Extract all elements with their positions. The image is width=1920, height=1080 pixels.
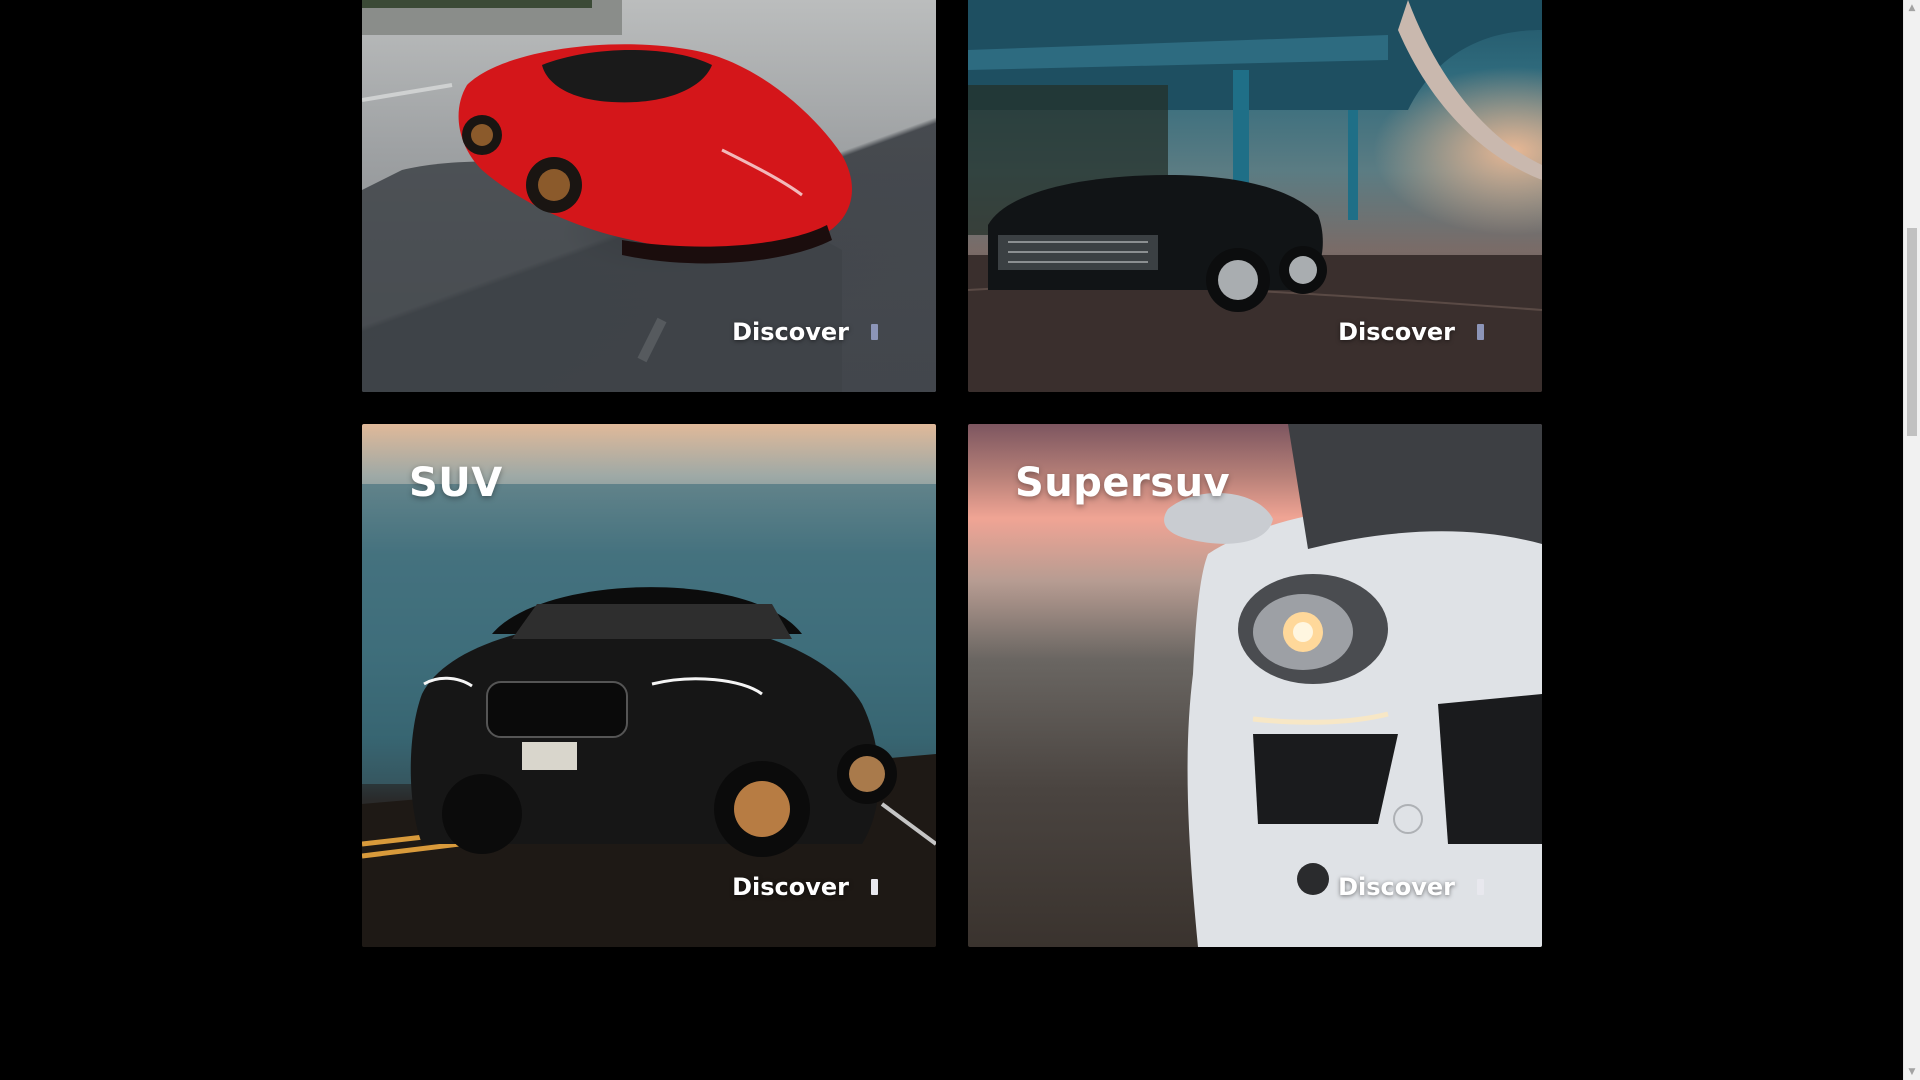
discover-link[interactable]: Discover	[732, 873, 878, 901]
card-title: SUV	[409, 460, 503, 506]
category-card-sports[interactable]: Discover	[362, 0, 936, 392]
arrow-bar-icon	[1477, 879, 1484, 895]
category-card-convertible[interactable]: Discover	[968, 0, 1542, 392]
scroll-up-arrow-icon[interactable]: ▲	[1904, 0, 1920, 16]
discover-label: Discover	[732, 873, 849, 901]
discover-label: Discover	[732, 318, 849, 346]
discover-link[interactable]: Discover	[732, 318, 878, 346]
page-viewport: Discover Discover SUV Discover Supersuv …	[0, 0, 1904, 1080]
scroll-down-arrow-icon[interactable]: ▼	[1904, 1064, 1920, 1080]
arrow-bar-icon	[1477, 324, 1484, 340]
category-card-suv[interactable]: SUV Discover	[362, 424, 936, 947]
discover-link[interactable]: Discover	[1338, 318, 1484, 346]
discover-link[interactable]: Discover	[1338, 873, 1484, 901]
scrollbar-thumb[interactable]	[1907, 228, 1917, 436]
arrow-bar-icon	[871, 324, 878, 340]
card-title: Supersuv	[1015, 460, 1231, 506]
category-card-supersuv[interactable]: Supersuv Discover	[968, 424, 1542, 947]
discover-label: Discover	[1338, 873, 1455, 901]
vertical-scrollbar[interactable]: ▲ ▼	[1903, 0, 1920, 1080]
discover-label: Discover	[1338, 318, 1455, 346]
arrow-bar-icon	[871, 879, 878, 895]
